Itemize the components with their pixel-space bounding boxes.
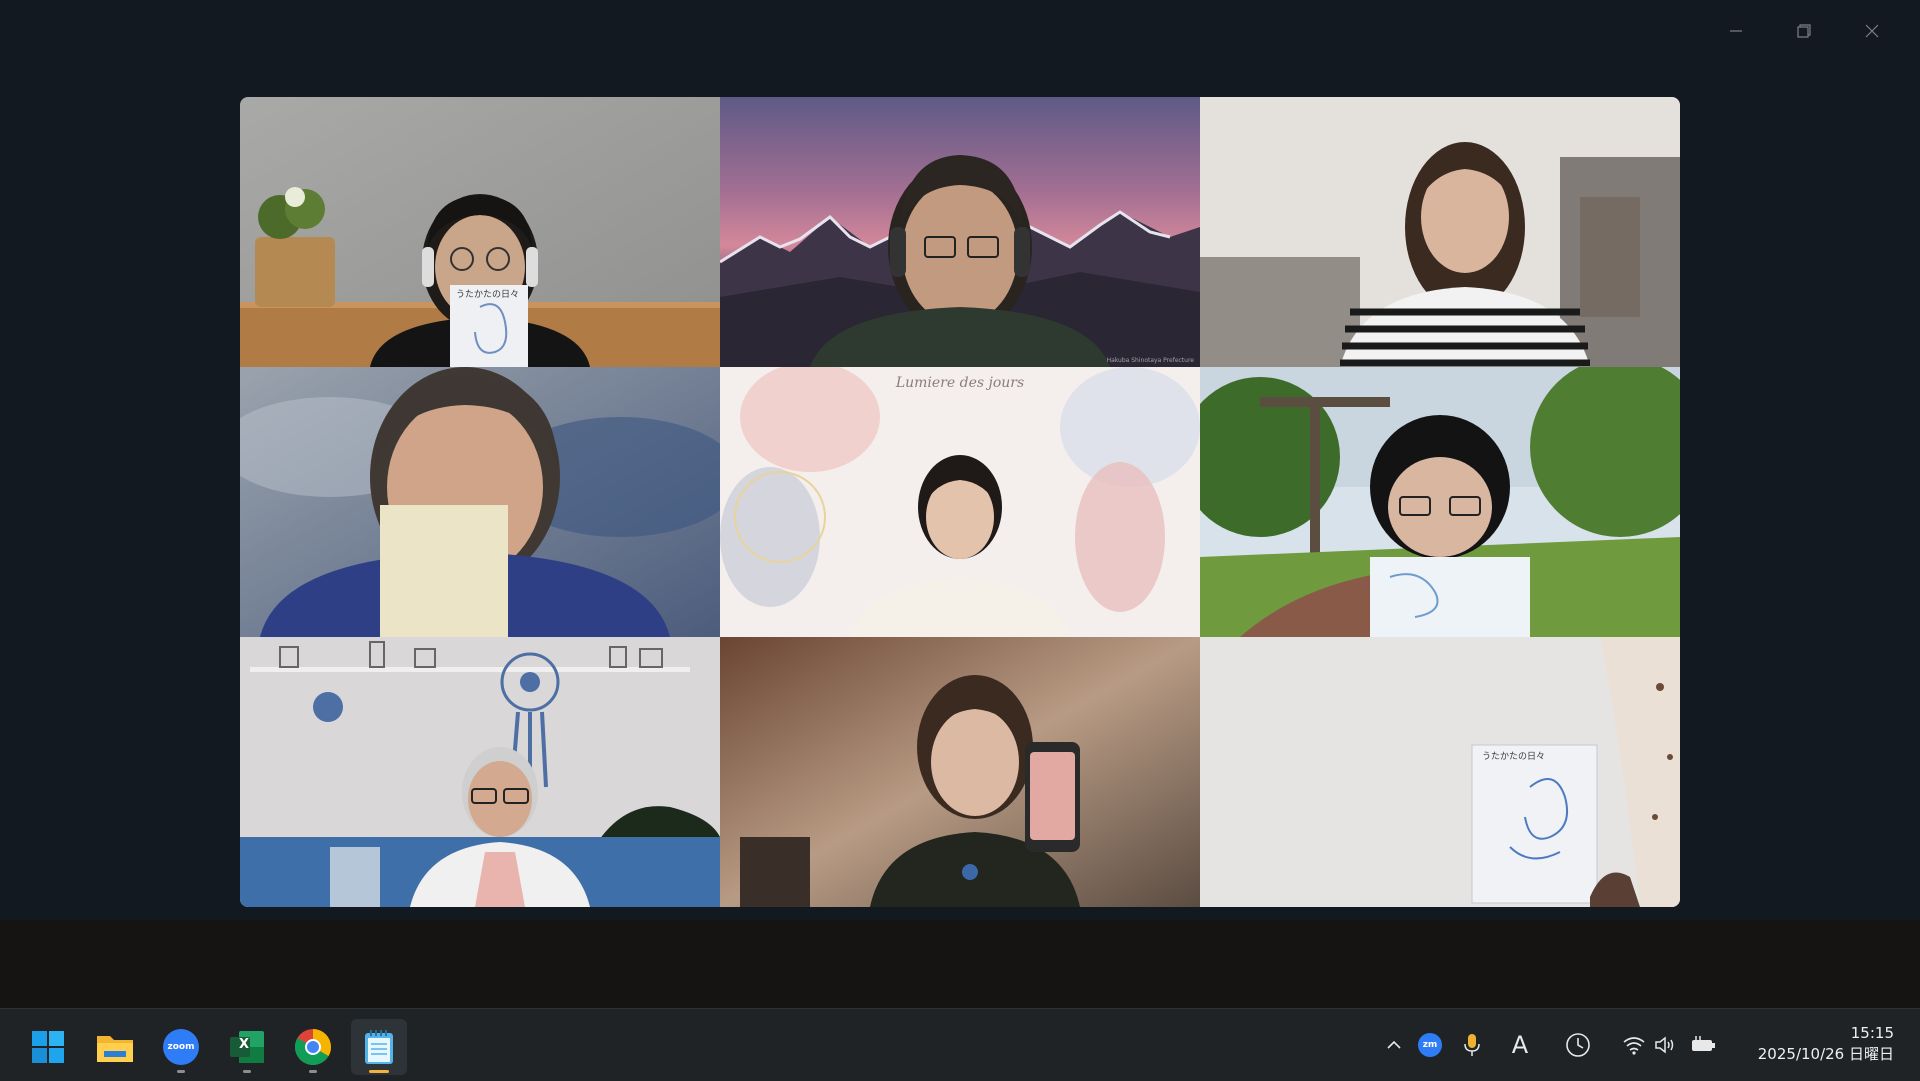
minimize-button[interactable]: [1702, 8, 1770, 54]
background-watermark: Lumiere des jours: [895, 375, 1025, 391]
active-indicator: [369, 1070, 389, 1073]
excel-icon-label: X: [239, 1037, 250, 1052]
video-tile-participant-1[interactable]: うたかたの日々: [240, 97, 720, 367]
clock-focus-icon: [1566, 1033, 1590, 1057]
background-credit: Hakuba Shinotaya Prefecture: [1106, 357, 1194, 364]
show-hidden-icons-button[interactable]: [1380, 1031, 1408, 1059]
file-explorer-button[interactable]: [87, 1019, 143, 1075]
meeting-toolbar-area: [0, 920, 1920, 1008]
video-tile-participant-2[interactable]: Hakuba Shinotaya Prefecture: [720, 97, 1200, 367]
network-button[interactable]: [1620, 1031, 1648, 1059]
folder-icon: [97, 1036, 133, 1062]
video-frame: [240, 637, 720, 907]
video-tile-participant-4[interactable]: [240, 367, 720, 637]
video-frame: [1200, 637, 1680, 907]
zoom-app-button[interactable]: zoom: [153, 1019, 209, 1075]
system-clock[interactable]: 15:15 2025/10/26 日曜日: [1758, 1023, 1894, 1065]
zoom-icon-label: zoom: [167, 1042, 195, 1052]
minimize-icon: [1730, 30, 1742, 32]
video-frame: [1200, 367, 1680, 637]
close-icon: [1865, 24, 1879, 38]
notepad-icon: [365, 1030, 393, 1064]
video-frame: [720, 97, 1200, 367]
clock-time: 15:15: [1850, 1024, 1894, 1042]
battery-button[interactable]: [1690, 1031, 1718, 1059]
video-tile-participant-6[interactable]: [1200, 367, 1680, 637]
microphone-icon: [1464, 1034, 1480, 1056]
restore-icon: [1797, 24, 1811, 38]
close-button[interactable]: [1838, 8, 1906, 54]
windows-logo-icon: [32, 1031, 64, 1063]
gallery-view: うたかたの日々 Hakuba Shinotaya Prefecture Lumi…: [240, 97, 1680, 907]
ime-button[interactable]: A: [1506, 1031, 1534, 1059]
video-frame: [720, 637, 1200, 907]
focus-session-button[interactable]: [1564, 1031, 1592, 1059]
video-frame: [720, 367, 1200, 637]
zoom-meeting-window: うたかたの日々 Hakuba Shinotaya Prefecture Lumi…: [0, 0, 1920, 920]
video-tile-participant-8[interactable]: [720, 637, 1200, 907]
clock-date: 2025/10/26 日曜日: [1757, 1045, 1894, 1063]
zoom-tray-label: zm: [1422, 1040, 1438, 1050]
microphone-tray-button[interactable]: [1458, 1031, 1486, 1059]
chevron-up-icon: [1387, 1040, 1401, 1049]
speaker-icon: [1655, 1036, 1674, 1054]
chrome-icon: [295, 1029, 331, 1066]
battery-charging-icon: [1692, 1036, 1715, 1051]
taskbar: zoom X zm A 15:15 2025/10/26 日曜日: [0, 1008, 1920, 1081]
video-frame: [240, 367, 720, 637]
video-tile-participant-5[interactable]: Lumiere des jours: [720, 367, 1200, 637]
video-frame: [240, 97, 720, 367]
start-button[interactable]: [20, 1019, 76, 1075]
video-frame: [1200, 97, 1680, 367]
book-title: うたかたの日々: [1482, 752, 1546, 762]
chrome-app-button[interactable]: [285, 1019, 341, 1075]
restore-button[interactable]: [1770, 8, 1838, 54]
video-tile-participant-9[interactable]: うたかたの日々: [1200, 637, 1680, 907]
video-tile-participant-3[interactable]: [1200, 97, 1680, 367]
excel-app-button[interactable]: X: [219, 1019, 275, 1075]
zoom-tray-button[interactable]: zm: [1416, 1031, 1444, 1059]
ime-label: A: [1511, 1031, 1529, 1059]
running-indicator: [309, 1070, 317, 1073]
running-indicator: [243, 1070, 251, 1073]
wifi-icon: [1623, 1037, 1645, 1055]
volume-button[interactable]: [1652, 1031, 1680, 1059]
window-controls: [1702, 8, 1906, 54]
running-indicator: [177, 1070, 185, 1073]
book-title: うたかたの日々: [456, 290, 520, 300]
video-tile-participant-7[interactable]: [240, 637, 720, 907]
notepad-app-button[interactable]: [351, 1019, 407, 1075]
